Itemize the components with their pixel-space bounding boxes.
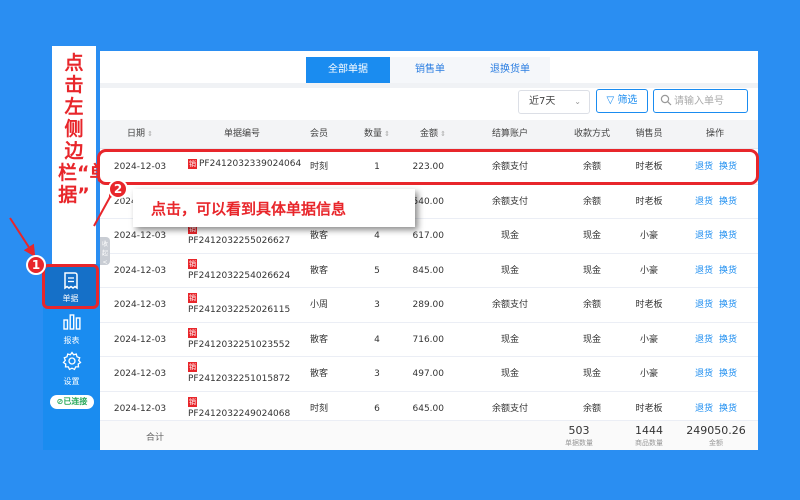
- step-marker-2: 2: [108, 179, 128, 199]
- arrow-to-sidebar: [9, 217, 36, 258]
- annotation-arrows: [9, 185, 120, 258]
- step-marker-1: 1: [26, 255, 46, 275]
- arrow-to-row: [93, 185, 120, 227]
